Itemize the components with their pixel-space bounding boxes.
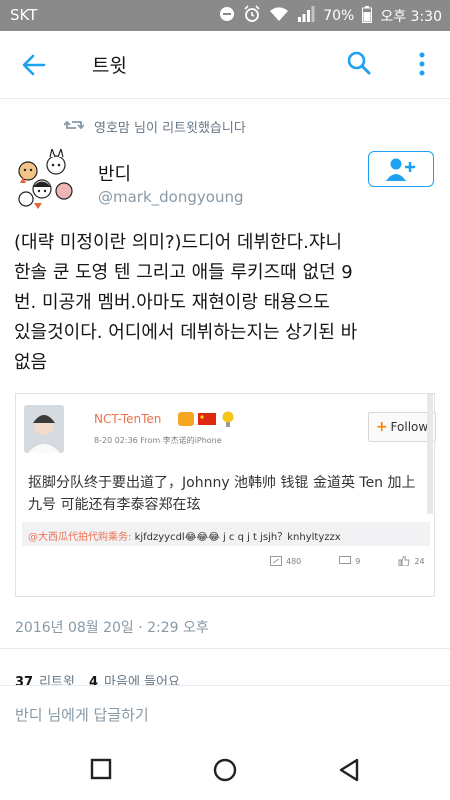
tweet-line: (대략 미정이란 의미?)드디어 데뷔한다.쟈니 [14, 232, 343, 253]
page-title: 트윗 [92, 55, 127, 77]
tweet-line: 번. 미공개 멤버.아마도 재현이랑 태용으도 [14, 292, 330, 313]
wifi-icon [269, 6, 289, 26]
tweet-line: 한솔 쿤 도영 텐 그리고 애들 루키즈때 없던 9 [14, 262, 353, 283]
embedded-follow-label: Follow [390, 420, 429, 434]
retweet-icon [63, 118, 85, 136]
embedded-badges [178, 410, 236, 431]
thumbs-up-icon [398, 556, 410, 566]
author-name[interactable]: 반디 [98, 160, 131, 186]
status-bar: SKT 70% 오후 3:30 [0, 0, 450, 31]
embedded-stats: 480 9 24 [270, 556, 425, 566]
embedded-comment-text: kjfdzyycdl😂😂😂 j c q j t jsjh？knhyltyzzx [134, 532, 341, 543]
do-not-disturb-icon [219, 6, 235, 26]
reply-bar[interactable]: 반디 님에게 답글하기 [0, 685, 450, 739]
embedded-repost-stat: 480 [270, 556, 301, 566]
back-nav-icon[interactable] [338, 758, 360, 786]
battery-icon [362, 5, 373, 27]
tweet-timestamp: 2016년 08월 20일 · 2:29 오후 [15, 620, 209, 636]
embedded-text-line: 抠脚分队终于要出道了，Johnny 池韩帅 钱锟 金道英 Ten 加上 [28, 475, 416, 491]
home-icon[interactable] [213, 758, 237, 786]
recent-apps-icon[interactable] [90, 758, 112, 784]
comment-icon [339, 556, 352, 564]
author-handle[interactable]: @mark_dongyoung [98, 188, 243, 206]
reply-input[interactable]: 반디 님에게 답글하기 [15, 704, 149, 725]
back-arrow-icon[interactable] [20, 51, 48, 79]
embedded-comment-count: 9 [355, 556, 361, 566]
search-icon[interactable] [346, 50, 372, 76]
plus-icon: + [375, 419, 388, 435]
embedded-comment-user: @大西瓜代拍代购乘务: [28, 532, 132, 543]
embedded-post-image[interactable]: NCT-TenTen 8-20 02:36 From 李杰诺的iPhone + … [15, 393, 436, 597]
carrier-label: SKT [10, 6, 38, 24]
retweet-notice: 영호맘 님이 리트윗했습니다 [63, 117, 246, 136]
embedded-repost-count: 480 [286, 556, 302, 566]
divider [0, 648, 450, 649]
embedded-text-line: 九号 可能还有李泰容郑在玹 [28, 497, 201, 513]
clock: 오후 3:30 [380, 9, 442, 25]
tweet-text: (대략 미정이란 의미?)드디어 데뷔한다.쟈니 한솔 쿤 도영 텐 그리고 애… [14, 228, 434, 378]
embedded-follow-button: + Follow [368, 412, 436, 442]
embedded-comment: @大西瓜代拍代购乘务: kjfdzyycdl😂😂😂 j c q j t jsjh… [28, 528, 341, 543]
repost-icon [270, 556, 282, 566]
embedded-text: 抠脚分队终于要出道了，Johnny 池韩帅 钱锟 金道英 Ten 加上 九号 可… [28, 472, 432, 516]
signal-icon [297, 6, 315, 26]
embedded-like-count: 24 [414, 556, 425, 566]
app-bar: 트윗 [0, 31, 450, 99]
alarm-icon [243, 5, 261, 27]
add-user-icon [386, 157, 418, 185]
battery-percent: 70% [323, 8, 355, 24]
embedded-avatar [24, 405, 64, 453]
system-nav-bar [0, 738, 450, 800]
tweet-line: 있을것이다. 어디에서 데뷔하는지는 상기된 바 [14, 322, 358, 343]
embedded-like-stat: 24 [398, 556, 425, 566]
avatar[interactable] [14, 149, 78, 213]
embedded-comment-stat: 9 [339, 556, 360, 566]
tweet-line: 없음 [14, 352, 48, 373]
more-options-icon[interactable] [413, 51, 431, 77]
follow-button[interactable] [368, 151, 434, 187]
retweet-notice-text: 영호맘 님이 리트윗했습니다 [94, 121, 246, 136]
embedded-author-name: NCT-TenTen [94, 412, 162, 426]
embedded-scrollbar [427, 394, 433, 514]
embedded-meta: 8-20 02:36 From 李杰诺的iPhone [94, 436, 222, 445]
